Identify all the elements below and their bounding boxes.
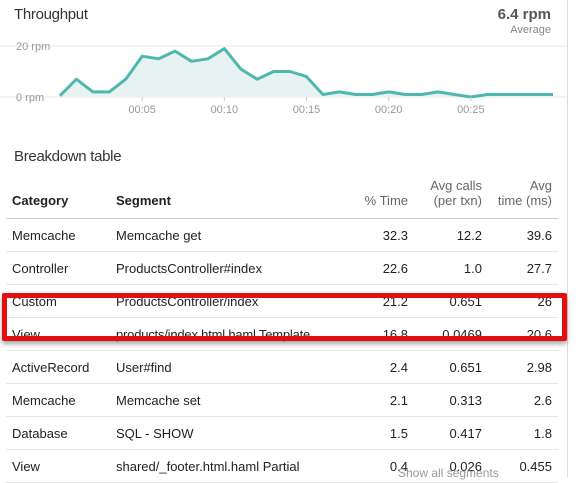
table-row[interactable]: Database SQL - SHOW 1.5 0.417 1.8 — [6, 416, 558, 450]
segment-cell: Memcache set — [110, 383, 348, 417]
header-avg-time-line1: Avg — [529, 178, 552, 193]
table-row[interactable]: ActiveRecord User#find 2.4 0.651 2.98 — [6, 350, 558, 384]
table-row[interactable]: Controller ProductsController#index 22.6… — [6, 251, 558, 285]
category-cell: ActiveRecord — [6, 350, 110, 384]
x-tick-label: 00:20 — [375, 104, 403, 116]
segment-cell: Memcache get — [110, 218, 348, 252]
avg-calls-cell: 0.313 — [414, 383, 488, 417]
breakdown-table: Category Segment % Time Avg calls (per tx… — [6, 166, 558, 483]
header-avg-calls-line2: (per txn) — [433, 193, 482, 208]
x-tick-label: 00:05 — [128, 104, 156, 116]
table-header-row: Category Segment % Time Avg calls (per tx… — [6, 166, 558, 219]
avg-time-cell: 39.6 — [488, 218, 558, 252]
avg-calls-cell: 0.651 — [414, 350, 488, 384]
category-cell: View — [6, 449, 110, 483]
show-all-segments-link[interactable]: Show all segments — [398, 466, 499, 480]
table-row[interactable]: Memcache Memcache get 32.3 12.2 39.6 — [6, 218, 558, 252]
avg-time-cell: 1.8 — [488, 416, 558, 450]
series-area — [60, 48, 553, 97]
pct-time-cell: 2.1 — [348, 383, 414, 417]
segment-cell: SQL - SHOW — [110, 416, 348, 450]
category-cell: Memcache — [6, 218, 110, 252]
header-avg-calls-line1: Avg calls — [430, 178, 482, 193]
segment-cell: ProductsController/index — [110, 284, 348, 318]
category-cell: View — [6, 317, 110, 351]
x-tick-label: 00:15 — [293, 104, 321, 116]
pct-time-cell: 21.2 — [348, 284, 414, 318]
avg-time-cell: 27.7 — [488, 251, 558, 285]
y-tick-label: 20 rpm — [16, 41, 50, 53]
avg-time-cell: 26 — [488, 284, 558, 318]
header-avg-time[interactable]: Avg time (ms) — [488, 166, 558, 219]
table-row[interactable]: Memcache Memcache set 2.1 0.313 2.6 — [6, 383, 558, 417]
category-cell: Memcache — [6, 383, 110, 417]
header-segment[interactable]: Segment — [110, 166, 348, 219]
throughput-chart[interactable]: 20 rpm 0 rpm 00:05 00:10 00:15 00:20 00:25 — [0, 0, 568, 130]
avg-calls-cell: 0.651 — [414, 284, 488, 318]
segment-cell: User#find — [110, 350, 348, 384]
table-row-highlighted[interactable]: View products/index.html.haml Template 1… — [6, 317, 558, 351]
pct-time-cell: 32.3 — [348, 218, 414, 252]
avg-calls-cell: 12.2 — [414, 218, 488, 252]
y-tick-label: 0 rpm — [16, 92, 44, 104]
segment-cell: ProductsController#index — [110, 251, 348, 285]
segment-cell: products/index.html.haml Template — [110, 317, 348, 351]
x-tick-label: 00:10 — [211, 104, 239, 116]
throughput-panel: Throughput 6.4 rpm Average 20 rpm 0 rpm 00… — [0, 0, 568, 483]
pct-time-cell: 2.4 — [348, 350, 414, 384]
header-avg-time-line2: time (ms) — [497, 193, 552, 208]
avg-time-cell: 2.98 — [488, 350, 558, 384]
segment-cell: shared/_footer.html.haml Partial — [110, 449, 348, 483]
category-cell: Custom — [6, 284, 110, 318]
avg-time-cell: 2.6 — [488, 383, 558, 417]
header-avg-calls[interactable]: Avg calls (per txn) — [414, 166, 488, 219]
pct-time-cell: 16.8 — [348, 317, 414, 351]
pct-time-cell: 1.5 — [348, 416, 414, 450]
breakdown-title: Breakdown table — [14, 148, 122, 165]
avg-time-cell: 20.6 — [488, 317, 558, 351]
avg-calls-cell: 0.0469 — [414, 317, 488, 351]
header-pct-time[interactable]: % Time — [348, 166, 414, 219]
avg-calls-cell: 1.0 — [414, 251, 488, 285]
avg-calls-cell: 0.417 — [414, 416, 488, 450]
header-category[interactable]: Category — [6, 166, 110, 219]
category-cell: Controller — [6, 251, 110, 285]
pct-time-cell: 22.6 — [348, 251, 414, 285]
x-tick-label: 00:25 — [457, 104, 485, 116]
table-row[interactable]: Custom ProductsController/index 21.2 0.6… — [6, 284, 558, 318]
category-cell: Database — [6, 416, 110, 450]
